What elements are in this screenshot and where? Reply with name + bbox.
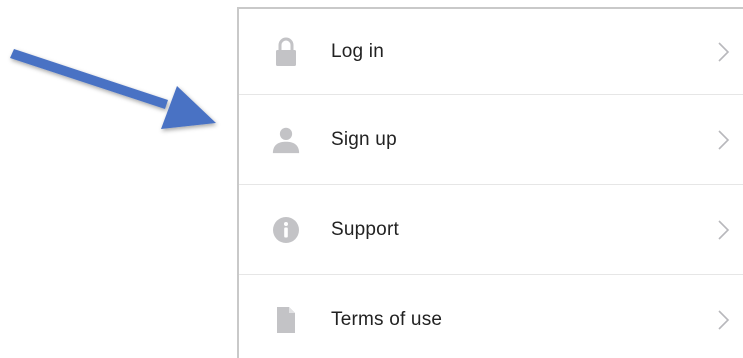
menu-item-sign-up[interactable]: Sign up [239,95,743,185]
arrow-head [161,86,216,129]
menu-item-support[interactable]: Support [239,185,743,275]
chevron-right-icon [718,129,730,150]
screenshot-stage: Log in Sign up Support Terms of use [0,0,743,358]
menu-item-terms-of-use[interactable]: Terms of use [239,275,743,358]
user-icon [272,124,300,156]
info-icon [272,214,300,246]
chevron-right-icon [718,310,730,330]
document-icon [272,304,300,336]
menu-item-label: Support [331,218,399,240]
account-menu: Log in Sign up Support Terms of use [237,7,743,358]
annotation-arrow [10,49,216,129]
arrow-shaft [10,49,168,109]
chevron-right-icon [718,41,730,62]
lock-icon [272,36,300,68]
menu-item-label: Log in [331,40,384,62]
chevron-right-icon [718,219,730,240]
menu-item-log-in[interactable]: Log in [239,9,743,95]
menu-item-label: Terms of use [331,309,443,330]
menu-item-label: Sign up [331,128,397,150]
